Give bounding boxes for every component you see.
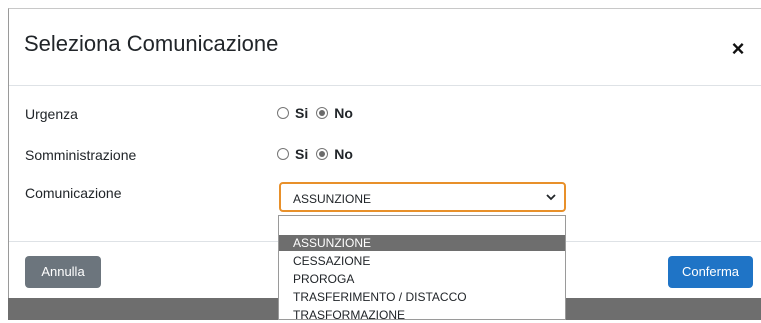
chevron-down-icon [546, 194, 556, 201]
dropdown-option-proroga[interactable]: PROROGA [279, 271, 565, 287]
dropdown-option-cessazione[interactable]: CESSAZIONE [279, 253, 565, 269]
comunicazione-select-value: ASSUNZIONE [293, 192, 372, 206]
somministrazione-no-radio[interactable] [316, 148, 329, 160]
urgenza-si-radio[interactable] [277, 107, 289, 119]
close-icon[interactable]: × [727, 38, 749, 60]
cancel-button[interactable]: Annulla [25, 256, 101, 288]
comunicazione-select[interactable]: ASSUNZIONE [279, 182, 566, 212]
somministrazione-si-label[interactable]: Si [295, 146, 308, 162]
urgenza-radio-group: Si No [277, 105, 361, 121]
dropdown-option-assunzione[interactable]: ASSUNZIONE [279, 235, 565, 251]
somministrazione-label: Somministrazione [25, 147, 137, 163]
comunicazione-label: Comunicazione [25, 185, 122, 201]
urgenza-si-label[interactable]: Si [295, 105, 308, 121]
somministrazione-radio-group: Si No [277, 146, 361, 162]
dialog-header: Seleziona Comunicazione × [9, 9, 761, 86]
dialog-title: Seleziona Comunicazione [24, 31, 279, 56]
confirm-button[interactable]: Conferma [668, 256, 753, 288]
dropdown-option-trasferimento[interactable]: TRASFERIMENTO / DISTACCO [279, 289, 565, 305]
urgenza-label: Urgenza [25, 106, 78, 122]
somministrazione-si-radio[interactable] [277, 148, 289, 160]
somministrazione-no-label[interactable]: No [334, 146, 353, 162]
comunicazione-dropdown-list: ASSUNZIONE CESSAZIONE PROROGA TRASFERIME… [278, 215, 566, 323]
urgenza-no-radio[interactable] [316, 107, 329, 119]
urgenza-no-label[interactable]: No [334, 105, 353, 121]
dropdown-option-trasformazione[interactable]: TRASFORMAZIONE [279, 307, 565, 323]
